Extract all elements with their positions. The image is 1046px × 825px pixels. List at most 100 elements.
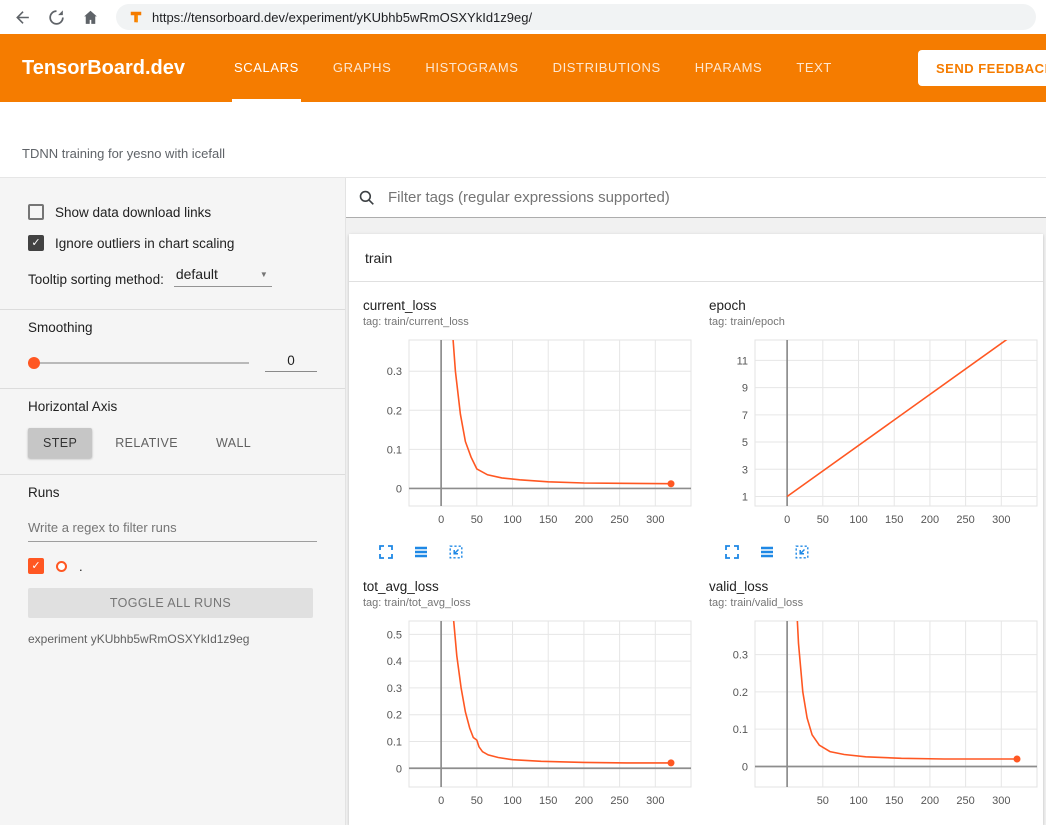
svg-text:0: 0 <box>396 483 402 495</box>
svg-text:7: 7 <box>742 410 748 422</box>
send-feedback-button[interactable]: SEND FEEDBACK <box>918 50 1046 86</box>
chart-card-valid-loss: valid_loss tag: train/valid_loss 50 100 15… <box>709 579 1043 825</box>
show-download-links-checkbox[interactable] <box>28 204 44 220</box>
svg-text:0: 0 <box>396 763 402 775</box>
url-text: https://tensorboard.dev/experiment/yKUbh… <box>152 10 532 25</box>
scalars-main: train current_loss tag: train/current_lo… <box>346 178 1046 825</box>
svg-text:200: 200 <box>921 795 939 807</box>
smoothing-slider[interactable] <box>28 362 249 364</box>
line-chart[interactable]: 05010015020025030000.10.20.3 <box>363 334 697 538</box>
svg-text:300: 300 <box>992 795 1010 807</box>
chart-card-current-loss: current_loss tag: train/current_loss 050… <box>363 298 697 571</box>
line-chart[interactable]: 50 100 150 200 250 300 0 0.1 0.2 0.3 <box>709 615 1043 819</box>
svg-text:0.1: 0.1 <box>387 736 402 748</box>
fit-domain-icon[interactable] <box>793 543 811 561</box>
chart-tag: tag: train/valid_loss <box>709 597 1043 609</box>
svg-text:0: 0 <box>438 514 444 526</box>
checkbox-label: Show data download links <box>55 205 211 220</box>
chart-tag: tag: train/epoch <box>709 316 1043 328</box>
chart-title: epoch <box>709 298 1043 313</box>
svg-text:0: 0 <box>742 761 748 773</box>
search-icon <box>358 189 376 207</box>
smoothing-label: Smoothing <box>28 320 317 335</box>
chart-tag: tag: train/tot_avg_loss <box>363 597 697 609</box>
tab-text[interactable]: TEXT <box>794 34 834 102</box>
svg-text:250: 250 <box>956 514 974 526</box>
chart-title: current_loss <box>363 298 697 313</box>
browser-chrome: https://tensorboard.dev/experiment/yKUbh… <box>0 0 1046 34</box>
svg-text:100: 100 <box>849 514 867 526</box>
svg-text:50: 50 <box>817 795 829 807</box>
tab-scalars[interactable]: SCALARS <box>232 34 301 102</box>
svg-text:300: 300 <box>646 514 664 526</box>
tag-group-header[interactable]: train <box>349 234 1043 282</box>
svg-text:100: 100 <box>849 795 867 807</box>
home-icon[interactable] <box>78 5 102 29</box>
charts-grid: current_loss tag: train/current_loss 050… <box>349 282 1043 825</box>
data-table-icon[interactable] <box>758 543 776 561</box>
runs-filter-input[interactable] <box>28 514 317 542</box>
svg-text:50: 50 <box>817 514 829 526</box>
tensorboard-page: { "browser": { "url": "https://tensorboa… <box>0 0 1046 825</box>
svg-text:0.2: 0.2 <box>387 405 402 417</box>
checkbox-label: Ignore outliers in chart scaling <box>55 236 234 251</box>
tag-filter-row <box>346 178 1046 218</box>
runs-label: Runs <box>28 485 317 500</box>
svg-text:50: 50 <box>471 795 483 807</box>
axis-wall-button[interactable]: WALL <box>201 428 266 458</box>
svg-text:0.3: 0.3 <box>387 683 402 695</box>
run-name: . <box>79 559 83 574</box>
svg-text:0.2: 0.2 <box>387 710 402 722</box>
svg-text:150: 150 <box>885 795 903 807</box>
expand-icon[interactable] <box>377 543 395 561</box>
chart-card-epoch: epoch tag: train/epoch 05010015020025030… <box>709 298 1043 571</box>
fit-domain-icon[interactable] <box>447 543 465 561</box>
tag-group-name: train <box>365 250 392 266</box>
tab-histograms[interactable]: HISTOGRAMS <box>423 34 520 102</box>
settings-sidebar: Show data download links Ignore outliers… <box>0 178 346 825</box>
back-icon[interactable] <box>10 5 34 29</box>
run-color-swatch <box>56 561 67 572</box>
axis-relative-button[interactable]: RELATIVE <box>100 428 193 458</box>
expand-icon[interactable] <box>723 543 741 561</box>
tag-group-card: train current_loss tag: train/current_lo… <box>349 234 1043 825</box>
tab-graphs[interactable]: GRAPHS <box>331 34 394 102</box>
data-table-icon[interactable] <box>412 543 430 561</box>
svg-text:300: 300 <box>646 795 664 807</box>
svg-text:9: 9 <box>742 383 748 395</box>
chart-card-tot-avg-loss: tot_avg_loss tag: train/tot_avg_loss 050… <box>363 579 697 825</box>
svg-text:0.3: 0.3 <box>733 650 748 662</box>
tab-hparams[interactable]: HPARAMS <box>693 34 765 102</box>
svg-text:150: 150 <box>885 514 903 526</box>
run-row: . <box>28 558 317 574</box>
axis-step-button[interactable]: STEP <box>28 428 92 458</box>
tooltip-sorting-select[interactable]: default ▼ <box>174 266 272 287</box>
line-chart[interactable]: 0501001502002503001357911 <box>709 334 1043 538</box>
smoothing-value[interactable]: 0 <box>265 353 317 372</box>
line-chart[interactable]: 05010015020025030000.10.20.30.40.5 <box>363 615 697 819</box>
app-header: TensorBoard.dev SCALARS GRAPHS HISTOGRAM… <box>0 34 1046 102</box>
svg-text:0.2: 0.2 <box>733 687 748 699</box>
main-nav: SCALARS GRAPHS HISTOGRAMS DISTRIBUTIONS … <box>232 34 834 102</box>
svg-text:100: 100 <box>503 514 521 526</box>
svg-text:250: 250 <box>956 795 974 807</box>
tab-distributions[interactable]: DISTRIBUTIONS <box>551 34 663 102</box>
horizontal-axis-label: Horizontal Axis <box>28 399 317 414</box>
address-bar[interactable]: https://tensorboard.dev/experiment/yKUbh… <box>116 4 1036 30</box>
svg-text:0.1: 0.1 <box>387 444 402 456</box>
svg-text:150: 150 <box>539 514 557 526</box>
smoothing-slider-thumb[interactable] <box>28 357 40 369</box>
refresh-icon[interactable] <box>44 5 68 29</box>
svg-text:1: 1 <box>742 491 748 503</box>
chart-title: valid_loss <box>709 579 1043 594</box>
svg-text:0.1: 0.1 <box>733 724 748 736</box>
tag-filter-input[interactable] <box>386 188 1034 207</box>
toggle-all-runs-button[interactable]: TOGGLE ALL RUNS <box>28 588 313 618</box>
chart-tag: tag: train/current_loss <box>363 316 697 328</box>
svg-text:0.5: 0.5 <box>387 629 402 641</box>
ignore-outliers-checkbox[interactable] <box>28 235 44 251</box>
svg-text:250: 250 <box>610 795 628 807</box>
svg-text:250: 250 <box>610 514 628 526</box>
run-checkbox[interactable] <box>28 558 44 574</box>
content: Show data download links Ignore outliers… <box>0 178 1046 825</box>
